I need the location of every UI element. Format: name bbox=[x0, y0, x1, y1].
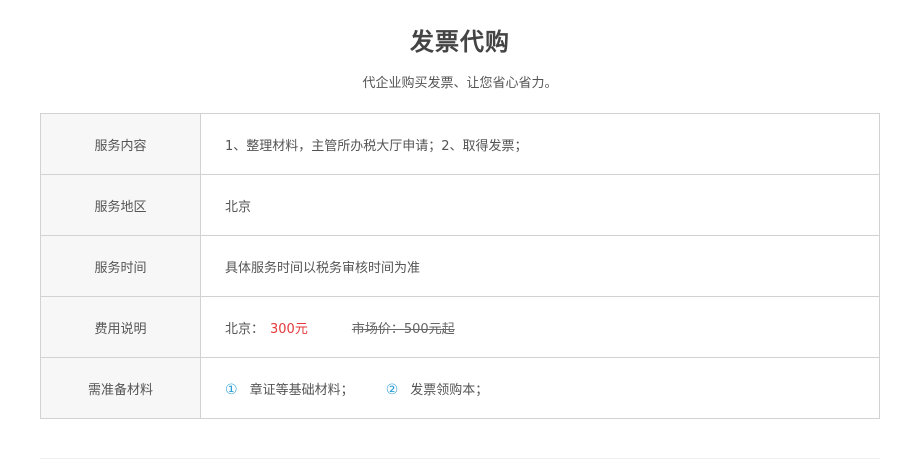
fee-market-price: 市场价：500元起 bbox=[351, 321, 455, 337]
table-row-content: 服务内容 1、整理材料，主管所办税大厅申请；2、取得发票； bbox=[40, 113, 880, 175]
material-text: 章证等基础材料； bbox=[249, 382, 354, 398]
material-item: ① 章证等基础材料； bbox=[225, 379, 354, 398]
service-table: 服务内容 1、整理材料，主管所办税大厅申请；2、取得发票； 服务地区 北京 服务… bbox=[40, 113, 880, 419]
row-label-time: 服务时间 bbox=[40, 235, 201, 297]
material-item: ② 发票领购本； bbox=[386, 379, 489, 398]
page-subtitle: 代企业购买发票、让您省心省力。 bbox=[362, 76, 558, 91]
row-label-content: 服务内容 bbox=[40, 113, 201, 175]
fee-price: 300元 bbox=[270, 321, 308, 337]
fee-city: 北京： bbox=[225, 321, 265, 337]
row-value-content: 1、整理材料，主管所办税大厅申请；2、取得发票； bbox=[200, 113, 880, 175]
row-value-materials: ① 章证等基础材料； ② 发票领购本； bbox=[200, 357, 880, 419]
table-row-fee: 费用说明 北京： 300元 市场价：500元起 bbox=[40, 296, 880, 358]
circled-number-two-icon: ② bbox=[385, 381, 399, 398]
circled-number-one-icon: ① bbox=[225, 381, 238, 398]
table-row-materials: 需准备材料 ① 章证等基础材料； ② 发票领购本； bbox=[40, 357, 880, 419]
row-label-materials: 需准备材料 bbox=[40, 357, 201, 419]
row-label-region: 服务地区 bbox=[40, 174, 201, 236]
page-title: 发票代购 bbox=[410, 28, 510, 56]
row-value-time: 具体服务时间以税务审核时间为准 bbox=[200, 235, 880, 297]
row-value-region: 北京 bbox=[200, 174, 880, 236]
table-row-time: 服务时间 具体服务时间以税务审核时间为准 bbox=[40, 235, 880, 297]
service-page: 发票代购 代企业购买发票、让您省心省力。 服务内容 1、整理材料，主管所办税大厅… bbox=[0, 0, 920, 461]
table-row-region: 服务地区 北京 bbox=[40, 174, 880, 236]
row-label-fee: 费用说明 bbox=[40, 296, 201, 358]
bottom-divider bbox=[40, 458, 880, 459]
material-text: 发票领购本； bbox=[410, 382, 489, 398]
row-value-fee: 北京： 300元 市场价：500元起 bbox=[200, 296, 880, 358]
